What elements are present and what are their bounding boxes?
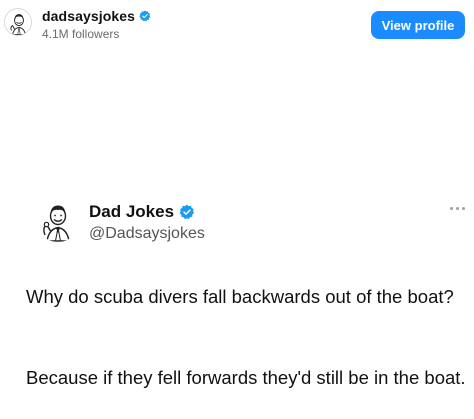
follower-count: 4.1M followers — [42, 27, 120, 41]
verified-badge-icon — [139, 10, 151, 22]
verified-badge-icon — [179, 204, 195, 220]
tweet-answer: Because if they fell forwards they'd sti… — [26, 367, 466, 388]
tweet-handle[interactable]: @Dadsaysjokes — [89, 225, 205, 243]
username-row: dadsaysjokes — [42, 8, 151, 24]
more-options-icon[interactable] — [450, 204, 466, 212]
username[interactable]: dadsaysjokes — [42, 8, 135, 24]
tweet-author-row: Dad Jokes — [89, 202, 195, 222]
display-name[interactable]: Dad Jokes — [89, 202, 174, 222]
cartoon-man-avatar-icon — [37, 199, 79, 242]
profile-header: dadsaysjokes 4.1M followers View profile — [0, 0, 474, 50]
avatar[interactable] — [4, 8, 32, 36]
tweet-card: Dad Jokes @Dadsaysjokes Why do scuba div… — [0, 190, 474, 419]
cartoon-man-avatar-icon — [5, 9, 31, 35]
view-profile-button[interactable]: View profile — [371, 11, 465, 39]
tweet-avatar[interactable] — [36, 198, 80, 242]
tweet-question: Why do scuba divers fall backwards out o… — [26, 286, 454, 307]
